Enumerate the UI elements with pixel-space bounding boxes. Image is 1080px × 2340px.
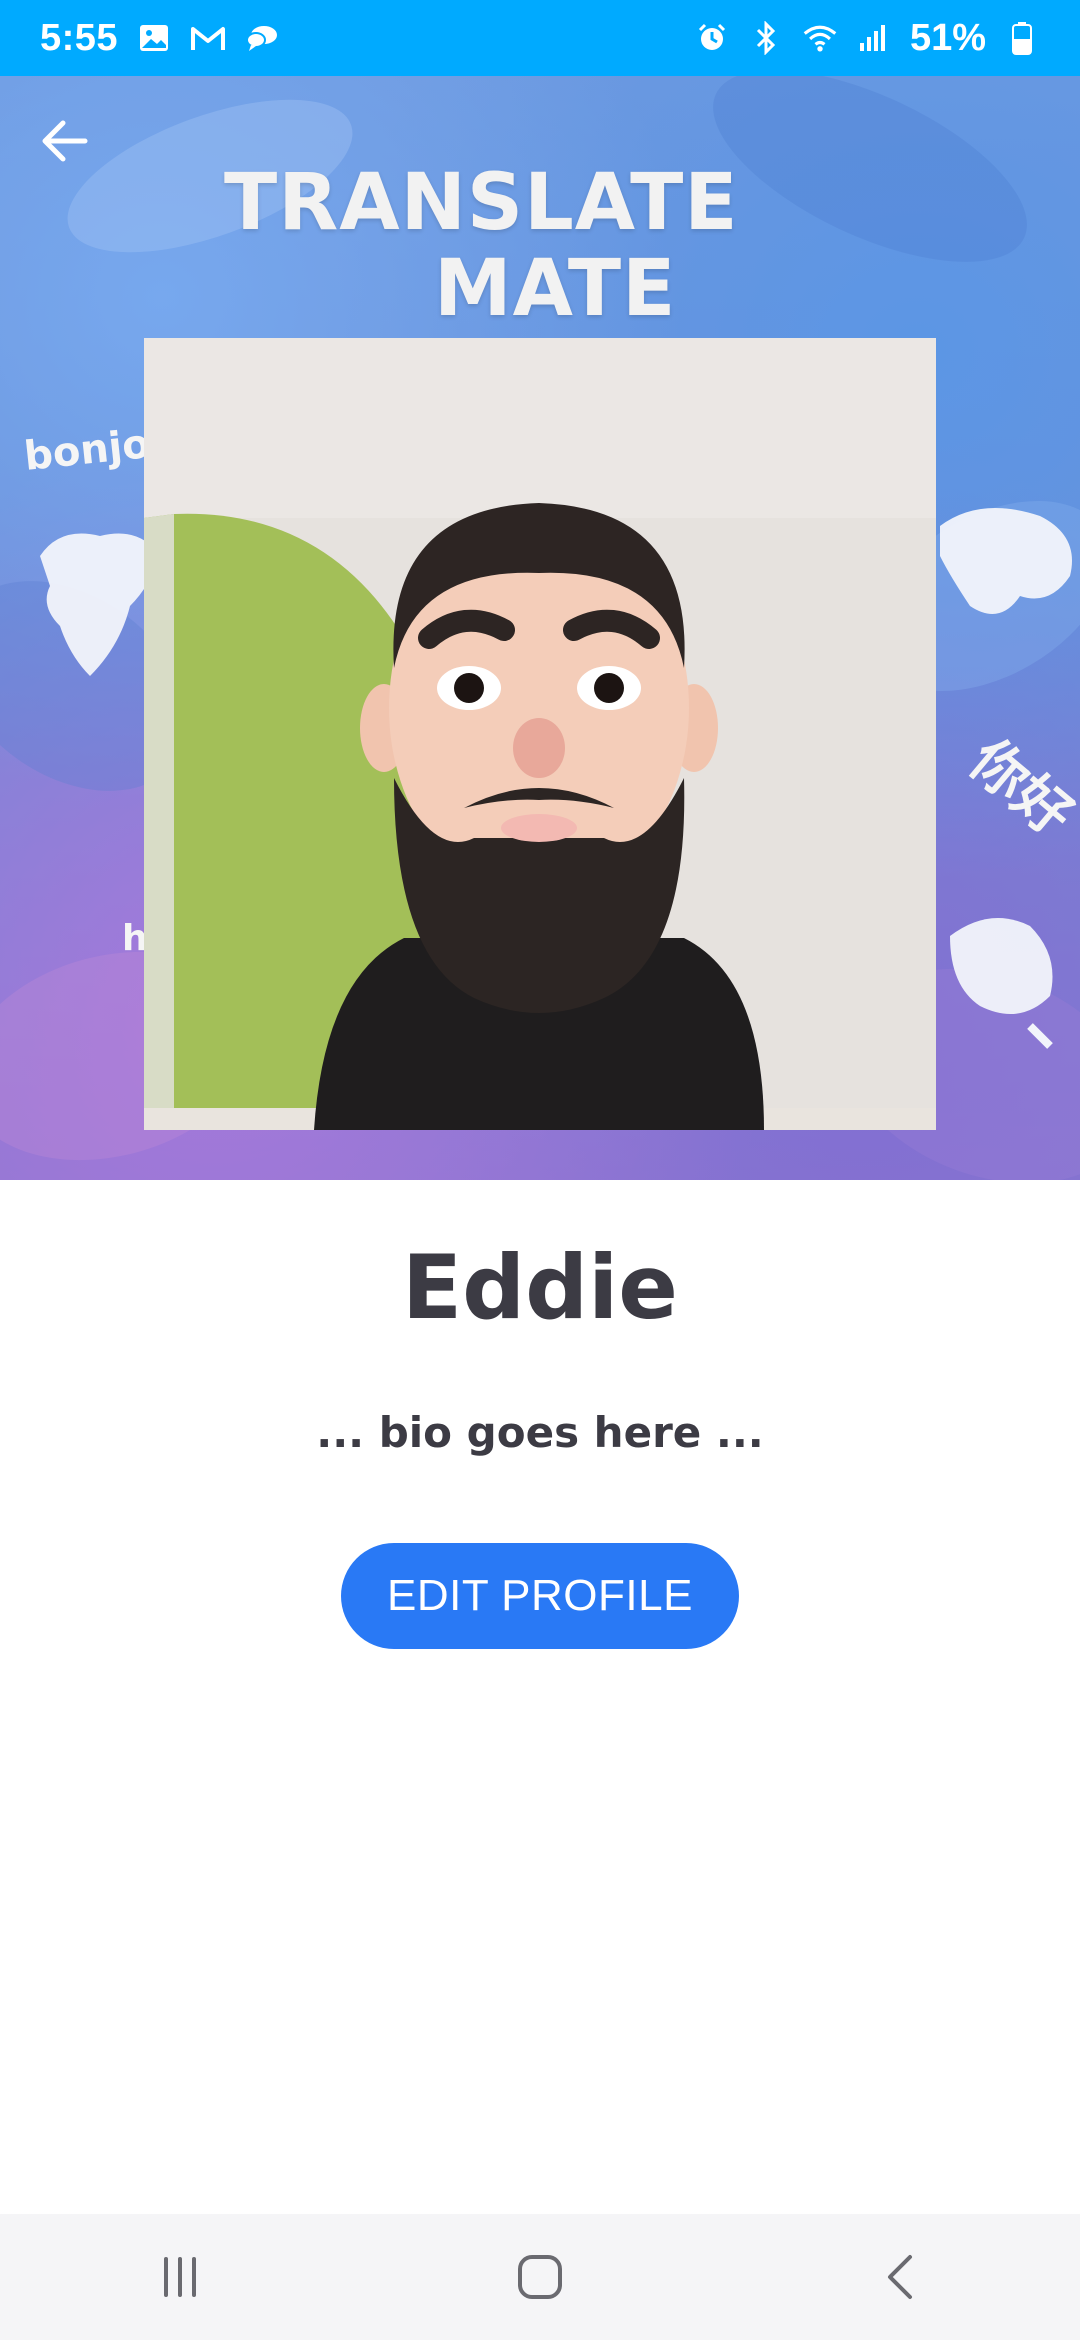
status-bar: 5:55 51%: [0, 0, 1080, 76]
bluetooth-icon: [748, 20, 784, 56]
arrow-left-icon: [42, 120, 88, 162]
recent-apps-button[interactable]: [120, 2217, 240, 2337]
avatar-illustration: [144, 338, 936, 1130]
image-icon: [136, 20, 172, 56]
status-left: 5:55: [40, 17, 280, 60]
alarm-icon: [694, 20, 730, 56]
home-button[interactable]: [480, 2217, 600, 2337]
system-nav-bar: [0, 2214, 1080, 2340]
brand-title-line2: MATE: [434, 244, 677, 334]
home-icon: [518, 2255, 562, 2299]
battery-icon: [1004, 20, 1040, 56]
profile-bio: ... bio goes here ...: [316, 1408, 764, 1457]
back-button[interactable]: [30, 106, 100, 176]
greeting-nihao: 你好: [956, 727, 1080, 850]
recent-apps-icon: [164, 2257, 196, 2297]
status-right: 51%: [694, 17, 1040, 60]
map-asia: [940, 508, 1072, 614]
profile-name: Eddie: [402, 1236, 678, 1339]
back-icon: [888, 2255, 912, 2299]
profile-avatar[interactable]: [144, 338, 936, 1130]
wifi-icon: [802, 20, 838, 56]
gmail-icon: [190, 20, 226, 56]
chat-icon: [244, 20, 280, 56]
brush-stroke: [686, 76, 1054, 302]
battery-percent: 51%: [909, 16, 986, 59]
map-australia: [950, 918, 1053, 1049]
status-time: 5:55: [40, 16, 119, 59]
signal-icon: [856, 20, 892, 56]
brand-title-line1: TRANSLATE: [224, 158, 739, 248]
edit-profile-button[interactable]: EDIT PROFILE: [341, 1543, 739, 1649]
nav-back-button[interactable]: [840, 2217, 960, 2337]
